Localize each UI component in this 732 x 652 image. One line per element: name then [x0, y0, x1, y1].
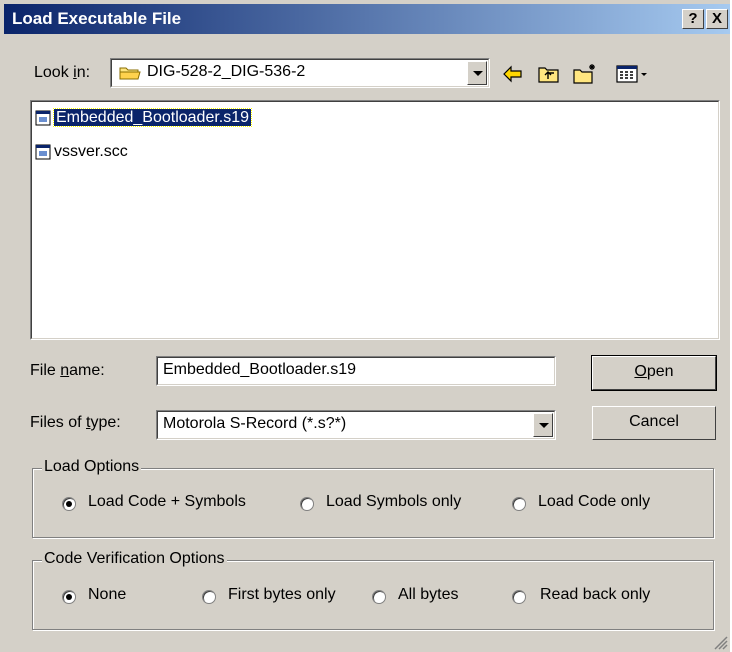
file-list[interactable]: Embedded_Bootloader.s19 vssver.scc	[30, 100, 720, 340]
title-bar[interactable]: Load Executable File ? X	[4, 4, 730, 34]
look-in-value: DIG-528-2_DIG-536-2	[147, 63, 306, 80]
back-arrow-icon[interactable]	[500, 62, 526, 86]
file-name-selected: Embedded_Bootloader.s19	[52, 108, 253, 127]
verify-none-radio[interactable]	[62, 590, 76, 604]
files-of-type-dropdown-button[interactable]	[533, 413, 553, 437]
cancel-button[interactable]: Cancel	[592, 406, 716, 440]
verify-read-back-radio[interactable]	[512, 590, 526, 604]
file-name-label: File name:	[30, 362, 105, 379]
s19-file-icon	[35, 110, 51, 126]
files-of-type-label: Files of type:	[30, 414, 121, 431]
load-options-title: Load Options	[42, 458, 142, 476]
file-name-input[interactable]: Embedded_Bootloader.s19	[156, 356, 556, 386]
load-code-only-label: Load Code only	[538, 493, 651, 510]
load-symbols-only-label: Load Symbols only	[326, 493, 462, 510]
scc-file-icon	[35, 144, 51, 160]
open-button[interactable]: Open	[591, 355, 717, 391]
look-in-label: Look in:	[34, 64, 91, 81]
file-name: vssver.scc	[54, 143, 128, 160]
verify-all-bytes-label: All bytes	[398, 586, 459, 603]
load-symbols-only-radio[interactable]	[300, 497, 314, 511]
up-folder-icon[interactable]	[536, 62, 562, 86]
files-of-type-value: Motorola S-Record (*.s?*)	[163, 415, 347, 432]
verify-read-back-label: Read back only	[540, 586, 651, 603]
look-in-dropdown-button[interactable]	[467, 61, 487, 85]
file-list-item[interactable]: vssver.scc	[35, 141, 128, 163]
view-menu-icon[interactable]	[614, 62, 652, 86]
verify-none-label: None	[88, 586, 127, 603]
files-of-type-combo[interactable]: Motorola S-Record (*.s?*)	[156, 410, 556, 440]
new-folder-icon[interactable]	[572, 62, 598, 86]
code-verification-title: Code Verification Options	[42, 550, 227, 568]
verify-first-bytes-label: First bytes only	[228, 586, 336, 603]
file-name-value: Embedded_Bootloader.s19	[163, 361, 357, 378]
verify-all-bytes-radio[interactable]	[372, 590, 386, 604]
file-list-item[interactable]: Embedded_Bootloader.s19	[35, 107, 253, 129]
load-executable-file-dialog: Load Executable File ? X Look in: DIG-52…	[0, 0, 732, 652]
folder-icon	[119, 67, 141, 80]
load-code-symbols-label: Load Code + Symbols	[88, 493, 246, 510]
load-code-only-radio[interactable]	[512, 497, 526, 511]
verify-first-bytes-radio[interactable]	[202, 590, 216, 604]
load-code-symbols-radio[interactable]	[62, 497, 76, 511]
dialog-title: Load Executable File	[12, 9, 182, 28]
size-grip-icon[interactable]	[712, 634, 728, 650]
help-button[interactable]: ?	[682, 9, 704, 29]
look-in-combo[interactable]: DIG-528-2_DIG-536-2	[110, 58, 490, 88]
close-button[interactable]: X	[706, 9, 728, 29]
